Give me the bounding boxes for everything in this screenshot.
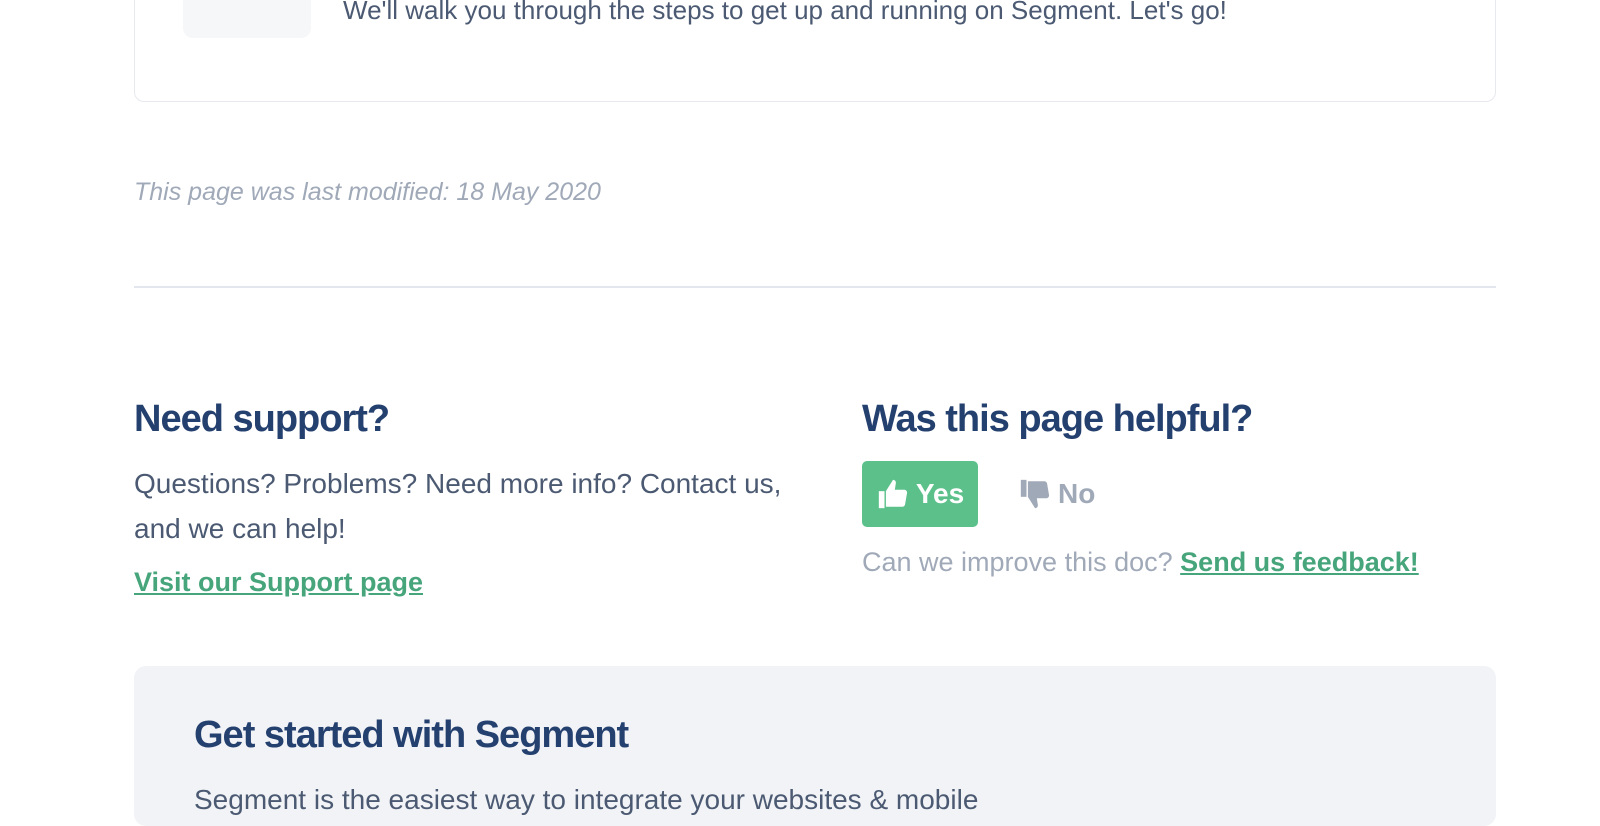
support-page-link[interactable]: Visit our Support page (134, 567, 423, 598)
card-thumbnail (183, 0, 311, 38)
divider (134, 286, 1496, 288)
support-title: Need support? (134, 398, 390, 440)
no-label: No (1058, 478, 1096, 509)
cta-text: Segment is the easiest way to integrate … (194, 784, 979, 815)
intro-card: We'll walk you through the steps to get … (134, 0, 1496, 102)
yes-label: Yes (915, 478, 965, 509)
helpful-title: Was this page helpful? (862, 398, 1253, 440)
cta-title: Get started with Segment (194, 714, 629, 756)
improve-text: Can we improve this doc? (862, 547, 1173, 577)
thumbs-down-icon (1018, 477, 1052, 511)
no-button[interactable]: No (1018, 461, 1118, 527)
helpful-section: Was this page helpful? Yes No Can we imp… (862, 398, 1502, 578)
thumbs-up-icon (876, 477, 910, 511)
yes-button[interactable]: Yes (862, 461, 978, 527)
feedback-link[interactable]: Send us feedback! (1180, 547, 1419, 577)
vote-row: Yes No (862, 461, 1502, 527)
card-text: We'll walk you through the steps to get … (343, 0, 1227, 25)
support-section: Need support? Questions? Problems? Need … (134, 398, 784, 598)
get-started-panel: Get started with Segment Segment is the … (134, 666, 1496, 826)
support-text: Questions? Problems? Need more info? Con… (134, 468, 782, 544)
last-modified-text: This page was last modified: 18 May 2020 (134, 178, 601, 206)
feedback-line: Can we improve this doc? Send us feedbac… (862, 547, 1502, 578)
